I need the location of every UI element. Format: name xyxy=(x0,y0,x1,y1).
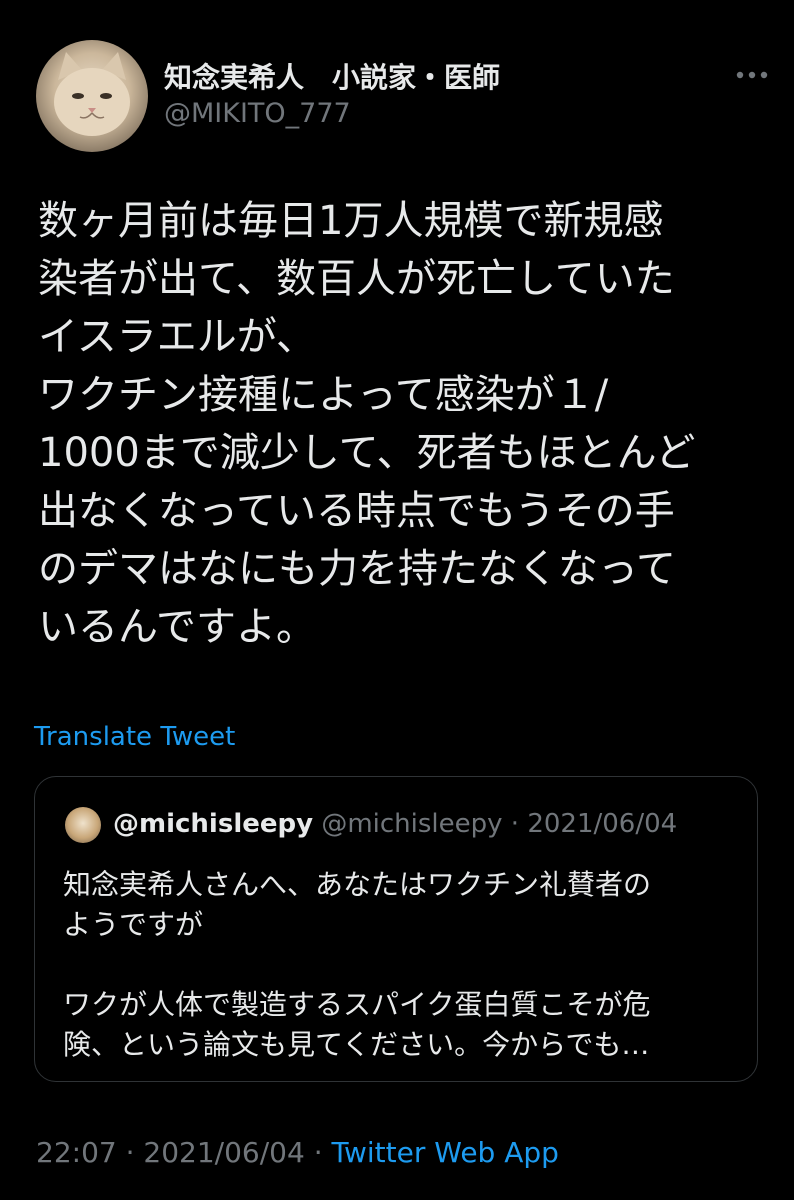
quote-date: 2021/06/04 xyxy=(527,809,678,839)
tweet-line: ワクチン接種によって感染が１/ xyxy=(38,372,609,418)
tweet-meta: 22:07 · 2021/06/04 · Twitter Web App xyxy=(36,1136,559,1169)
quote-tweet-card[interactable]: @michisleepy @michisleepy · 2021/06/04 知… xyxy=(34,776,758,1082)
tweet-line: いるんですよ。 xyxy=(38,604,316,650)
cat-avatar[interactable] xyxy=(36,40,148,152)
tweet-line: イスラエルが、 xyxy=(38,314,316,360)
tweet-line: のデマはなにも力を持たなくなって xyxy=(38,546,676,592)
tweet-text: 数ヶ月前は毎日1万人規模で新規感 染者が出て、数百人が死亡していた イスラエルが… xyxy=(38,192,758,656)
tweet-date[interactable]: 2021/06/04 xyxy=(143,1136,304,1169)
quote-separator: · xyxy=(510,809,520,839)
quote-line: 知念実希人さんへ、あなたはワクチン礼賛者の xyxy=(63,868,652,901)
tweet-line: 1000まで減少して、死者もほとんど xyxy=(38,430,696,476)
meta-separator: · xyxy=(125,1136,135,1169)
more-options-button[interactable] xyxy=(732,60,772,90)
quote-line: ワクが人体で製造するスパイク蛋白質こそが危 xyxy=(63,988,651,1021)
quote-text: 知念実希人さんへ、あなたはワクチン礼賛者の ようですが ワクが人体で製造するスパ… xyxy=(63,865,743,1065)
quote-line xyxy=(63,945,743,985)
quote-line: ようですが xyxy=(63,908,204,941)
tweet-line: 出なくなっている時点でもうその手 xyxy=(38,488,675,534)
more-horizontal-icon xyxy=(736,71,768,79)
quote-author-name: @michisleepy xyxy=(113,809,314,839)
quote-author-handle: @michisleepy xyxy=(321,809,503,839)
author-display-name[interactable]: 知念実希人 小説家・医師 xyxy=(164,56,500,96)
author-handle[interactable]: @MIKITO_777 xyxy=(164,98,351,129)
tweet-time[interactable]: 22:07 xyxy=(36,1136,117,1169)
dog-avatar xyxy=(65,807,101,843)
tweet-line: 数ヶ月前は毎日1万人規模で新規感 xyxy=(38,198,664,244)
quote-line: 険、という論文も見てください。今からでも… xyxy=(63,1028,650,1061)
translate-tweet-link[interactable]: Translate Tweet xyxy=(34,722,235,752)
tweet-source-link[interactable]: Twitter Web App xyxy=(332,1136,559,1169)
tweet-line: 染者が出て、数百人が死亡していた xyxy=(38,256,675,302)
meta-separator: · xyxy=(313,1136,323,1169)
quote-header: @michisleepy @michisleepy · 2021/06/04 xyxy=(113,809,677,839)
